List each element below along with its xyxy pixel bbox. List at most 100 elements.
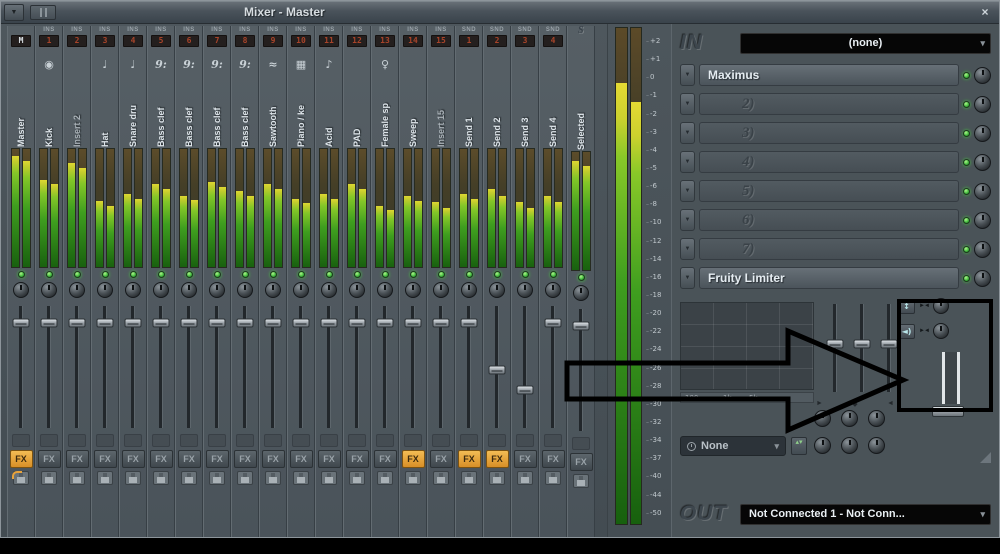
speaker-button[interactable]: ◄) [898, 323, 915, 339]
strip-fx-button[interactable]: FX [93, 450, 117, 468]
strip-fx-button[interactable]: FX [541, 450, 565, 468]
slot-mix-knob[interactable] [974, 182, 991, 200]
slot-enable-led[interactable] [963, 216, 970, 224]
volume-fader-handle[interactable] [208, 318, 226, 328]
effect-slot[interactable]: ▼ 6) [680, 207, 991, 233]
pan-knob[interactable] [69, 282, 85, 298]
extra-knob-3[interactable] [868, 437, 885, 454]
effect-slot[interactable]: ▼ 7) [680, 236, 991, 262]
volume-fader[interactable] [344, 303, 370, 431]
strip-fx-button[interactable]: FX [457, 450, 481, 468]
volume-fader-handle[interactable] [376, 318, 394, 328]
eq-spectrum-display[interactable] [680, 302, 814, 390]
strip-enable-led[interactable] [185, 270, 193, 278]
audio-input-dropdown[interactable]: (none) ▾ [740, 32, 991, 54]
eq-mid-knob[interactable] [841, 410, 858, 427]
volume-fader-handle[interactable] [572, 321, 590, 331]
volume-fader[interactable] [120, 303, 146, 431]
volume-fader-handle[interactable] [544, 318, 562, 328]
pan-knob[interactable] [153, 282, 169, 298]
eq-mid-fader-handle[interactable] [853, 339, 870, 349]
channel-balance-knob[interactable] [932, 323, 949, 339]
slot-mix-knob[interactable] [974, 153, 991, 171]
save-state-icon[interactable] [153, 471, 169, 485]
pan-knob[interactable] [349, 282, 365, 298]
slot-mix-knob[interactable] [974, 124, 991, 142]
volume-fader-handle[interactable] [68, 318, 86, 328]
volume-fader[interactable] [484, 303, 510, 431]
volume-fader-handle[interactable] [348, 318, 366, 328]
strip-enable-led[interactable] [73, 270, 81, 278]
mixer-channel-strip[interactable]: INS 6 9: Bass clef FX [175, 26, 203, 537]
slot-enable-led[interactable] [963, 100, 970, 108]
eq-mid-fader[interactable] [853, 302, 870, 394]
limiter-gain-handle[interactable] [932, 406, 964, 417]
eq-high-fader-handle[interactable] [880, 339, 897, 349]
slot-dropdown-button[interactable]: ▼ [680, 209, 695, 231]
strip-enable-led[interactable] [353, 270, 361, 278]
volume-fader[interactable] [372, 303, 398, 431]
volume-fader[interactable] [148, 303, 174, 431]
slot-enable-led[interactable] [963, 245, 970, 253]
slot-enable-led[interactable] [963, 129, 970, 137]
stereo-swap-button[interactable]: ↕ [898, 298, 915, 314]
volume-fader-handle[interactable] [488, 365, 506, 375]
effect-slot[interactable]: ▼ Maximus [680, 62, 991, 88]
mixer-channel-strip[interactable]: INS 2 Insert 2 FX [63, 26, 91, 537]
strip-fx-button[interactable]: FX [65, 450, 89, 468]
mixer-channel-strip[interactable]: INS 12 PAD FX [343, 26, 371, 537]
effect-slot-name[interactable]: Fruity Limiter [699, 267, 959, 289]
volume-fader-handle[interactable] [40, 318, 58, 328]
volume-fader[interactable] [456, 303, 482, 431]
pan-knob[interactable] [293, 282, 309, 298]
save-state-icon[interactable] [545, 471, 561, 485]
save-state-icon[interactable] [125, 471, 141, 485]
effect-slot-name[interactable]: 2) [699, 93, 959, 115]
effect-slot-name[interactable]: 4) [699, 151, 959, 173]
strip-enable-led[interactable] [17, 270, 25, 278]
strip-fx-button[interactable]: FX [485, 450, 509, 468]
mixer-channel-strip[interactable]: S Selected FX [567, 26, 595, 537]
volume-fader-handle[interactable] [12, 318, 30, 328]
pan-knob[interactable] [545, 282, 561, 298]
volume-fader-handle[interactable] [152, 318, 170, 328]
limiter-gain-slider[interactable] [942, 352, 960, 404]
effect-slot-name[interactable]: 6) [699, 209, 959, 231]
volume-fader[interactable] [260, 303, 286, 431]
resize-corner[interactable] [980, 452, 991, 463]
strip-fx-button[interactable]: FX [401, 450, 425, 468]
mixer-channel-strip[interactable]: INS 15 Insert 15 FX [427, 26, 455, 537]
save-state-icon[interactable] [265, 471, 281, 485]
save-state-icon[interactable] [97, 471, 113, 485]
strip-enable-led[interactable] [493, 270, 501, 278]
mixer-channel-strip[interactable]: INS 14 Sweep FX [399, 26, 427, 537]
strip-enable-led[interactable] [549, 270, 557, 278]
pan-knob[interactable] [41, 282, 57, 298]
audio-output-dropdown[interactable]: Not Connected 1 - Not Conn... ▾ [740, 503, 991, 525]
preset-updown-button[interactable]: ▴▾ [791, 437, 807, 455]
pan-knob[interactable] [321, 282, 337, 298]
save-state-icon[interactable] [69, 471, 85, 485]
time-preset-dropdown[interactable]: None ▾ [680, 436, 786, 456]
strip-enable-led[interactable] [465, 270, 473, 278]
mixer-channel-strip[interactable]: INS 1 ◉ Kick FX [35, 26, 63, 537]
extra-knob-1[interactable] [814, 437, 831, 454]
volume-fader-handle[interactable] [320, 318, 338, 328]
slot-enable-led[interactable] [963, 187, 970, 195]
effect-slot[interactable]: ▼ 2) [680, 91, 991, 117]
effect-slot-name[interactable]: Maximus [699, 64, 959, 86]
volume-fader-handle[interactable] [404, 318, 422, 328]
mixer-channel-strip[interactable]: INS 3 ♩ Hat FX [91, 26, 119, 537]
slot-dropdown-button[interactable]: ▼ [680, 64, 695, 86]
mixer-channel-strip[interactable]: SND 2 Send 2 FX [483, 26, 511, 537]
strip-enable-led[interactable] [129, 270, 137, 278]
slot-dropdown-button[interactable]: ▼ [680, 151, 695, 173]
strip-enable-led[interactable] [437, 270, 445, 278]
mixer-channel-strip[interactable]: INS 5 9: Bass clef FX [147, 26, 175, 537]
mixer-channel-strip[interactable]: INS 13 ♀ Female sp FX [371, 26, 399, 537]
volume-fader-handle[interactable] [96, 318, 114, 328]
save-state-icon[interactable] [489, 471, 505, 485]
save-state-icon[interactable] [461, 471, 477, 485]
strip-enable-led[interactable] [101, 270, 109, 278]
save-state-icon[interactable] [433, 471, 449, 485]
